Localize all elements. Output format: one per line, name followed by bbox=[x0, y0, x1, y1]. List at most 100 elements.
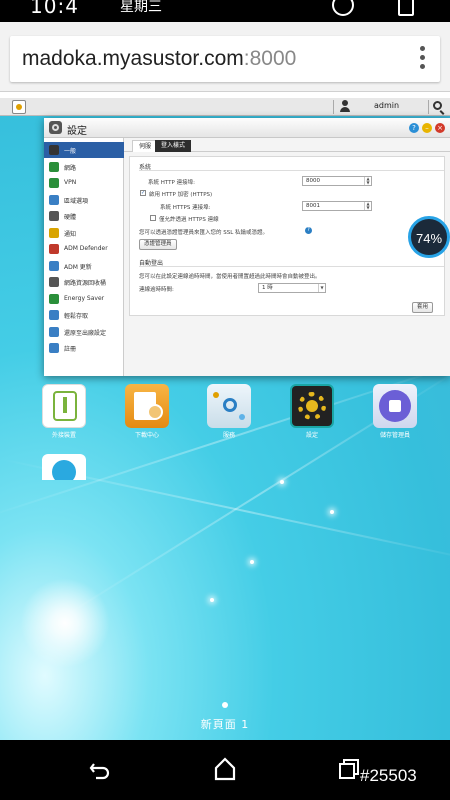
sidebar-item-label: 網路資源回收桶 bbox=[64, 280, 107, 287]
update-icon bbox=[49, 260, 59, 271]
timeout-value: 1 時 bbox=[262, 285, 273, 291]
divider bbox=[139, 170, 444, 171]
app-storage-manager[interactable]: 儲存管理員 bbox=[373, 384, 417, 439]
sidebar-item[interactable]: 註冊 bbox=[44, 340, 124, 356]
close-icon[interactable]: × bbox=[435, 123, 445, 133]
enable-https-checkbox[interactable]: ✓ bbox=[140, 190, 146, 196]
force-https-checkbox[interactable] bbox=[150, 215, 156, 221]
user-icon[interactable] bbox=[340, 100, 350, 113]
stepper-icon[interactable]: ▲ ▼ bbox=[364, 177, 371, 185]
services-icon bbox=[207, 384, 251, 428]
vpn-icon bbox=[49, 178, 59, 188]
android-nav-bar: #25503 bbox=[0, 740, 450, 800]
sidebar-item-label: 通知 bbox=[64, 230, 77, 238]
globe-icon bbox=[49, 161, 59, 172]
settings-window: 設定 ? – × 一般 網路 VPN 區域選項 硬體通知 ADM Defender ADM … bbox=[44, 118, 450, 376]
auto-logout-note: 您可以在此設定連線逾時時間，當使用者閒置超過此時間時會自動被登出。 bbox=[139, 274, 321, 280]
https-port-value: 8001 bbox=[306, 203, 320, 209]
download-center-icon bbox=[125, 384, 169, 428]
adm-taskbar: admin bbox=[0, 98, 450, 116]
status-bar: 10:4 星期三 bbox=[0, 0, 450, 22]
settings-panel: 系統 系統 HTTP 連接埠: 8000 ▲ ▼ ✓ 啟用 HTTP 加密 (HTT… bbox=[129, 156, 445, 316]
alarm-icon bbox=[332, 0, 354, 16]
sparkle bbox=[250, 560, 254, 564]
url-port: :8000 bbox=[243, 47, 297, 70]
sidebar-item-label: ADM Defender bbox=[64, 245, 108, 252]
sidebar-item-label: 輕鬆存取 bbox=[64, 313, 89, 320]
url-text[interactable]: madoka.myasustor.com:8000 bbox=[22, 47, 296, 71]
shield-icon bbox=[49, 244, 59, 254]
settings-tabs: 伺服 登入樣式 bbox=[124, 138, 450, 152]
apply-button[interactable]: 套用 bbox=[412, 302, 434, 313]
chevron-down-icon[interactable]: ▼ bbox=[318, 284, 325, 292]
sidebar-item[interactable]: 網路資源回收桶 bbox=[44, 274, 124, 290]
tab-login-style[interactable]: 登入樣式 bbox=[155, 140, 192, 152]
url-bar[interactable]: madoka.myasustor.com:8000 bbox=[10, 36, 440, 82]
sparkle bbox=[330, 510, 334, 514]
help-icon[interactable]: ? bbox=[409, 123, 419, 133]
app-label: 設定 bbox=[305, 432, 318, 439]
sidebar-item-label: ADM 更新 bbox=[64, 263, 92, 271]
settings-sidebar: 一般 網路 VPN 區域選項 硬體通知 ADM Defender ADM 更新網路資源回收桶… bbox=[44, 138, 124, 376]
watermark-text: #25503 bbox=[360, 766, 417, 785]
app-settings[interactable]: 設定 bbox=[290, 384, 334, 439]
page-indicator-dot[interactable] bbox=[222, 702, 228, 708]
stepper-icon[interactable]: ▲ ▼ bbox=[364, 202, 371, 210]
clock-globe-icon bbox=[49, 194, 59, 205]
status-day: 星期三 bbox=[120, 0, 162, 15]
window-titlebar[interactable]: 設定 ? – × bbox=[44, 118, 450, 138]
sidebar-item[interactable]: 還原至出廠設定 bbox=[44, 324, 124, 340]
divider bbox=[333, 100, 334, 114]
app-label: 服務 bbox=[222, 432, 235, 439]
bell-icon bbox=[49, 227, 59, 238]
cert-manager-button[interactable]: 憑證管理員 bbox=[139, 239, 177, 250]
app-label: 外接裝置 bbox=[51, 432, 76, 439]
force-https-label: 僅允許透過 HTTPS 連線 bbox=[159, 217, 219, 223]
recent-apps-icon[interactable] bbox=[338, 758, 360, 780]
sidebar-item[interactable]: 硬體 bbox=[44, 208, 124, 224]
adm-desktop: admin 設定 ? – × 一般 網路 VPN 區域選項 硬體通知 ADM Defend… bbox=[0, 98, 450, 740]
sidebar-item[interactable]: 一般 bbox=[44, 142, 124, 158]
browser-toolbar: madoka.myasustor.com:8000 bbox=[0, 22, 450, 92]
back-icon[interactable] bbox=[88, 758, 112, 782]
username[interactable]: admin bbox=[374, 101, 399, 110]
url-host: madoka.myasustor.com bbox=[22, 47, 244, 70]
home-icon[interactable] bbox=[213, 756, 237, 782]
http-port-label: 系統 HTTP 連接埠: bbox=[148, 180, 195, 186]
sidebar-item[interactable]: 通知 bbox=[44, 225, 124, 241]
https-port-field[interactable]: 8001 ▲ ▼ bbox=[302, 201, 372, 211]
overflow-menu-icon[interactable] bbox=[420, 46, 426, 72]
sidebar-item[interactable]: ADM 更新 bbox=[44, 258, 124, 274]
storage-manager-icon bbox=[373, 384, 417, 428]
search-icon[interactable] bbox=[433, 101, 442, 110]
sidebar-item[interactable]: 網路 bbox=[44, 159, 124, 175]
progress-percent: 74% bbox=[415, 231, 443, 246]
app-services[interactable]: 服務 bbox=[207, 384, 251, 439]
ssl-note: 您可以透過憑證管理員來匯入您的 SSL 私鑰或憑證。 bbox=[139, 230, 269, 236]
timeout-select[interactable]: 1 時 ▼ bbox=[258, 283, 326, 293]
app-download-center[interactable]: 下載中心 bbox=[125, 384, 169, 439]
sidebar-item[interactable]: ADM Defender bbox=[44, 241, 124, 257]
battery-icon bbox=[398, 0, 414, 16]
timeout-label: 連線逾時時間: bbox=[139, 287, 174, 293]
usb-icon bbox=[42, 384, 86, 428]
restore-icon bbox=[49, 326, 59, 337]
window-title: 設定 bbox=[67, 126, 87, 137]
sidebar-item-label: 註冊 bbox=[64, 346, 77, 353]
sidebar-item[interactable]: VPN bbox=[44, 175, 124, 191]
sidebar-item[interactable]: 輕鬆存取 bbox=[44, 307, 124, 323]
minimize-icon[interactable]: – bbox=[422, 123, 432, 133]
progress-bubble[interactable]: 74% bbox=[408, 216, 450, 258]
http-port-field[interactable]: 8000 ▲ ▼ bbox=[302, 176, 372, 186]
register-icon bbox=[49, 343, 59, 353]
status-time: 10:4 bbox=[30, 0, 79, 18]
info-icon[interactable]: ? bbox=[305, 227, 312, 234]
settings-main: 伺服 登入樣式 系統 系統 HTTP 連接埠: 8000 ▲ ▼ ✓ 啟用 HTTP… bbox=[124, 138, 450, 376]
sidebar-item[interactable]: Energy Saver bbox=[44, 291, 124, 307]
sidebar-item[interactable]: 區域選項 bbox=[44, 192, 124, 208]
app-partial-icon[interactable] bbox=[42, 454, 86, 480]
divider bbox=[139, 266, 444, 267]
app-external-devices[interactable]: 外接裝置 bbox=[42, 384, 86, 439]
adm-logo-icon[interactable] bbox=[12, 100, 26, 114]
settings-gear-icon bbox=[49, 121, 62, 134]
